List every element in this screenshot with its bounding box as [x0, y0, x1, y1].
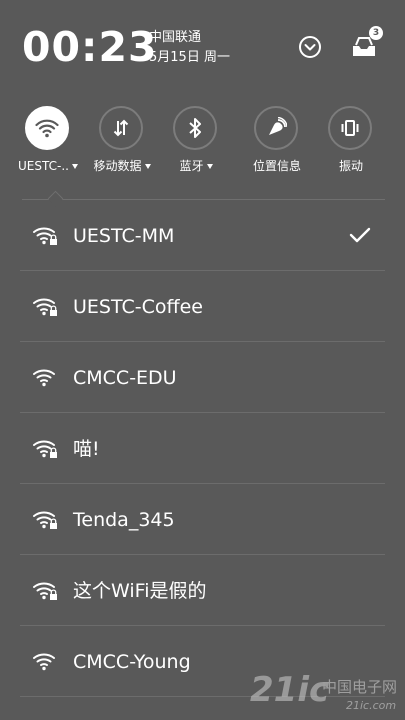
wifi-locked-icon [32, 579, 58, 601]
toggle-location[interactable]: 位置信息 [240, 104, 314, 184]
mobile-data-icon [113, 119, 129, 137]
toggle-mobile-data-circle[interactable] [99, 106, 143, 150]
bluetooth-icon [189, 118, 201, 138]
dropdown-caret-icon[interactable] [144, 163, 151, 169]
toggle-mobile-data[interactable]: 移动数据 [85, 104, 159, 184]
wifi-network-row[interactable]: 喵! [20, 413, 385, 484]
wifi-network-row[interactable]: Tenda_345 [20, 484, 385, 555]
toggle-wifi[interactable]: UESTC-.. [11, 104, 85, 184]
wifi-network-name: 喵! [73, 438, 100, 460]
toggle-bluetooth-label: 蓝牙 [159, 158, 233, 174]
toggle-wifi-circle[interactable] [25, 106, 69, 150]
watermark-logo: 21ic 中国电子网 21ic.com [250, 672, 400, 716]
vibrate-icon [341, 120, 359, 136]
toggle-vibrate-circle[interactable] [328, 106, 372, 150]
toggle-wifi-label: UESTC-.. [11, 158, 85, 174]
chevron-down-circle-icon [299, 36, 321, 58]
expand-button[interactable] [297, 34, 325, 62]
toggle-vibrate-label: 振动 [338, 159, 363, 173]
carrier-name: 中国联通 [149, 30, 202, 45]
wifi-network-name: UESTC-Coffee [73, 296, 203, 318]
wifi-locked-icon [32, 437, 58, 459]
wifi-icon [35, 119, 59, 138]
toggle-bluetooth[interactable]: 蓝牙 [159, 104, 233, 184]
dropdown-caret-icon[interactable] [71, 163, 78, 169]
wifi-network-row[interactable]: CMCC-EDU [20, 342, 385, 413]
watermark-main: 21ic [250, 670, 330, 710]
wifi-network-name: CMCC-EDU [73, 367, 177, 389]
wifi-icon [32, 650, 58, 672]
toggle-bluetooth-text: 蓝牙 [179, 159, 204, 173]
checkmark-icon [349, 226, 371, 244]
watermark-sub: 21ic.com [346, 699, 397, 712]
clock: 00:23 [22, 23, 158, 71]
watermark-cn: 中国电子网 [322, 678, 398, 696]
wifi-network-name: Tenda_345 [73, 509, 175, 531]
date-label: 5月15日 周一 [149, 50, 230, 65]
wifi-locked-icon [32, 295, 58, 317]
status-header: 00:23 中国联通 5月15日 周一 3 [0, 0, 405, 100]
toggle-mobile-data-text: 移动数据 [93, 159, 142, 173]
dropdown-caret-icon[interactable] [206, 163, 213, 169]
notifications-button[interactable]: 3 [350, 26, 383, 60]
wifi-icon [32, 366, 58, 388]
toggle-bluetooth-circle[interactable] [173, 106, 217, 150]
quick-settings-toggles: UESTC-.. 移动数据 蓝牙 位置信息 振动 [0, 104, 405, 184]
wifi-network-name: UESTC-MM [73, 225, 175, 247]
wifi-network-row[interactable]: UESTC-MM [20, 200, 385, 271]
toggle-vibrate[interactable]: 振动 [314, 104, 388, 184]
wifi-network-list: UESTC-MM UESTC-Coffee CMCC-EDU 喵! Tenda_345 这… [0, 200, 405, 697]
notification-badge: 3 [369, 26, 383, 40]
toggle-location-label: 位置信息 [252, 159, 301, 173]
wifi-network-name: CMCC-Young [73, 651, 191, 673]
wifi-network-row[interactable]: UESTC-Coffee [20, 271, 385, 342]
wifi-locked-icon [32, 508, 58, 530]
wifi-network-row[interactable]: 这个WiFi是假的 [20, 555, 385, 626]
toggle-mobile-data-label: 移动数据 [85, 158, 159, 174]
toggle-location-circle[interactable] [254, 106, 298, 150]
location-icon [269, 117, 287, 135]
wifi-network-name: 这个WiFi是假的 [73, 580, 207, 602]
toggle-wifi-text: UESTC-.. [18, 159, 69, 173]
wifi-locked-icon [32, 224, 58, 246]
